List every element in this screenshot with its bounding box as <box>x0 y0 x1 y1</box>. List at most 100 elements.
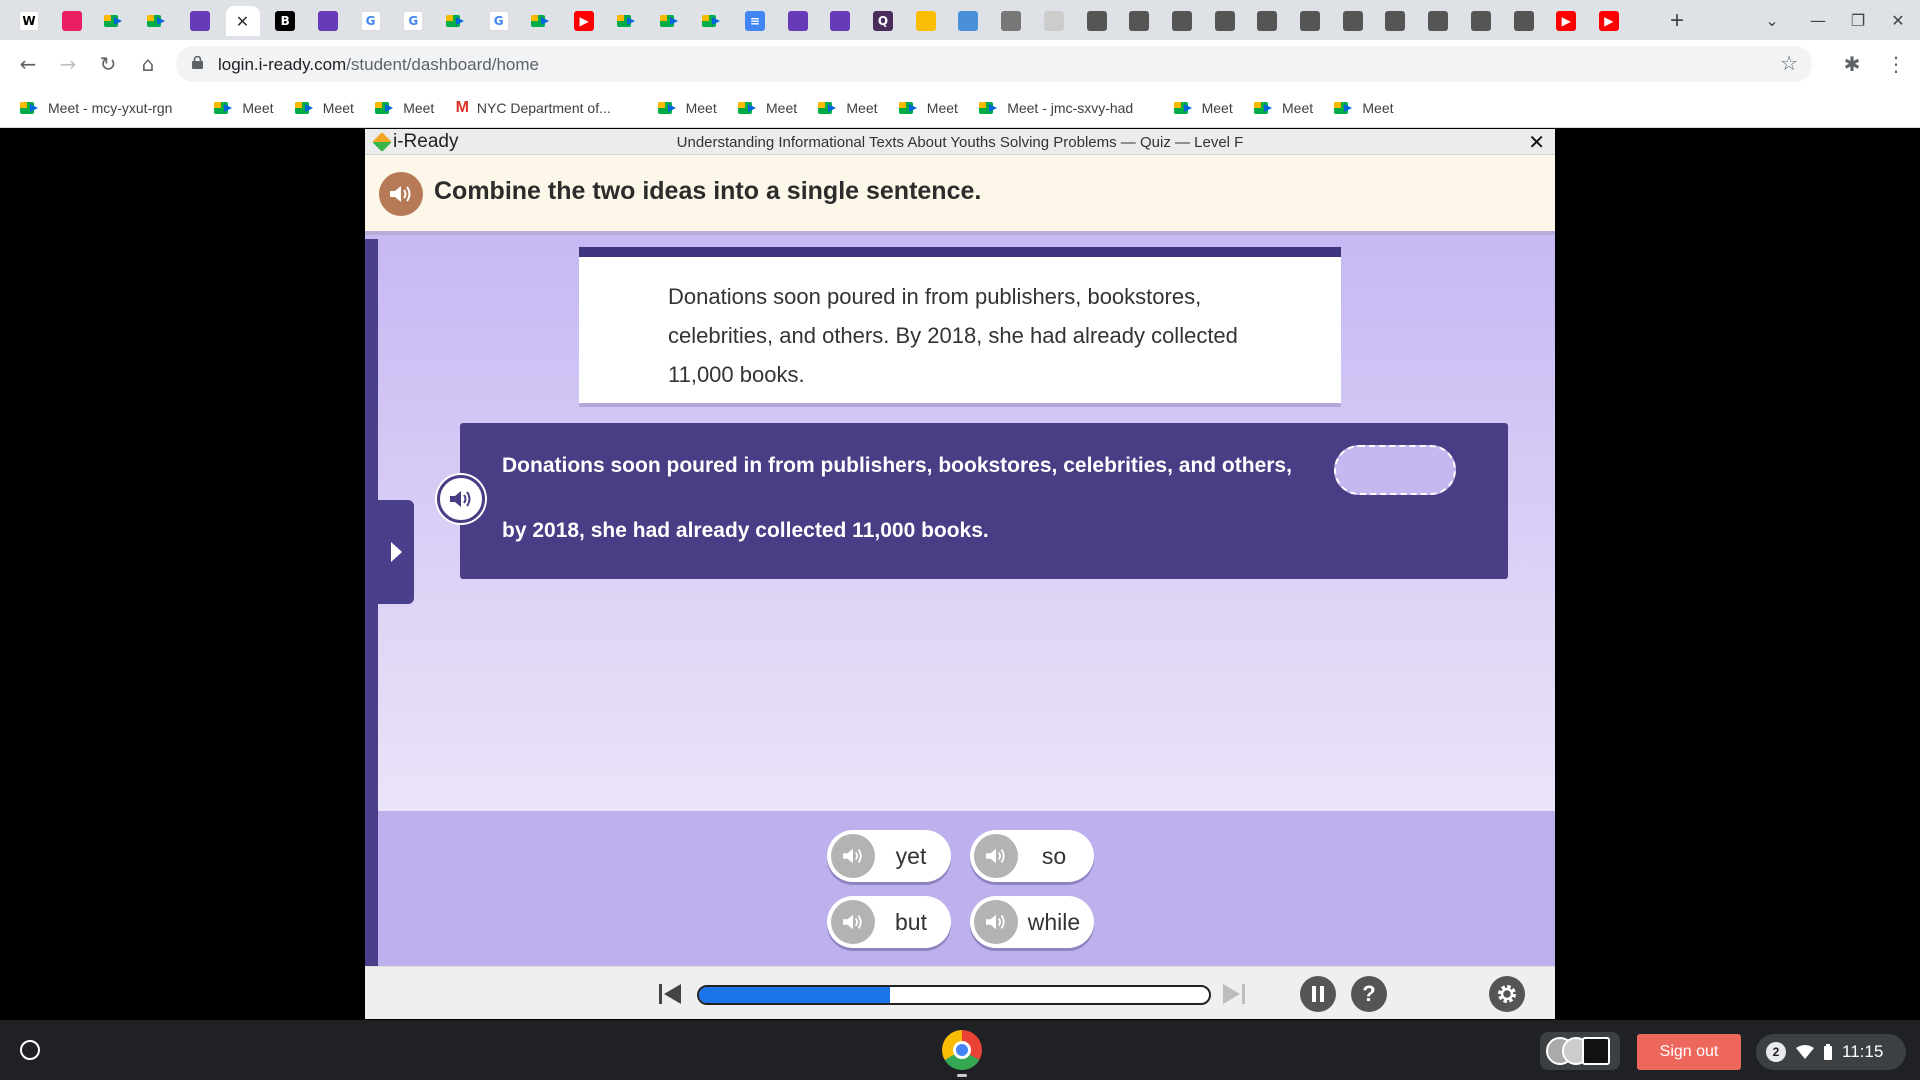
sign-out-button[interactable]: Sign out <box>1637 1034 1741 1070</box>
browser-tab[interactable] <box>1208 6 1242 36</box>
bookmark-item[interactable]: Meet - jmc-sxvy-had <box>979 96 1133 120</box>
browser-tab[interactable] <box>524 6 558 36</box>
status-tray[interactable]: 2 11:15 <box>1756 1034 1906 1070</box>
new-tab-button[interactable]: + <box>1662 6 1692 36</box>
bookmark-item[interactable]: Meet <box>1173 96 1233 120</box>
browser-tab[interactable]: ≡ <box>738 6 772 36</box>
choice-audio-button[interactable] <box>974 834 1018 878</box>
bookmark-label: Meet <box>685 100 717 116</box>
browser-tab[interactable]: ✕ <box>225 6 260 36</box>
settings-button[interactable] <box>1489 976 1525 1012</box>
roblox-icon <box>1513 11 1534 31</box>
browser-tab[interactable] <box>1464 6 1498 36</box>
answer-choice-but[interactable]: but <box>827 896 951 948</box>
browser-tab[interactable] <box>1421 6 1455 36</box>
gmail-icon: M <box>455 99 469 116</box>
chrome-icon[interactable] <box>942 1030 982 1070</box>
answer-choice-while[interactable]: while <box>970 896 1094 948</box>
browser-tab[interactable]: ▶ <box>1549 6 1583 36</box>
browser-tab[interactable]: G <box>396 6 430 36</box>
home-icon[interactable]: ⌂ <box>132 48 164 80</box>
browser-tab[interactable] <box>140 6 174 36</box>
browser-tab[interactable] <box>781 6 815 36</box>
close-lesson-button[interactable]: ✕ <box>1528 130 1545 154</box>
browser-tab[interactable] <box>1336 6 1370 36</box>
bookmark-item[interactable]: Meet <box>738 96 797 120</box>
browser-tab[interactable]: W <box>12 6 46 36</box>
tote-holding-space[interactable] <box>1540 1032 1620 1070</box>
side-panel-toggle[interactable] <box>378 500 414 604</box>
tab-search-icon[interactable]: ⌄ <box>1754 8 1790 34</box>
passage-card: Donations soon poured in from publishers… <box>579 247 1341 407</box>
google-icon: G <box>488 11 509 31</box>
browser-tab[interactable] <box>823 6 857 36</box>
browser-tab[interactable] <box>610 6 644 36</box>
browser-tab[interactable] <box>1507 6 1541 36</box>
address-bar[interactable]: login.i-ready.com/student/dashboard/home… <box>176 46 1812 82</box>
bookmark-item[interactable]: M NYC Department of... <box>456 96 611 120</box>
browser-tab[interactable] <box>1250 6 1284 36</box>
bookmark-item[interactable]: Meet <box>1254 96 1313 120</box>
forms-icon <box>787 11 808 31</box>
reload-icon[interactable]: ↻ <box>92 48 124 80</box>
skip-forward-button[interactable] <box>1217 977 1251 1011</box>
roblox-icon <box>1470 11 1491 31</box>
browser-tab[interactable] <box>695 6 729 36</box>
restore-icon[interactable]: ❐ <box>1840 8 1876 34</box>
minimize-icon[interactable]: — <box>1800 8 1836 34</box>
browser-tab[interactable] <box>951 6 985 36</box>
browser-tab[interactable] <box>1165 6 1199 36</box>
browser-tab[interactable]: ▶ <box>1592 6 1626 36</box>
meet-icon <box>294 100 315 116</box>
sentence-audio-button[interactable] <box>437 475 485 523</box>
answer-choice-yet[interactable]: yet <box>827 830 951 882</box>
browser-tab[interactable] <box>55 6 89 36</box>
browser-tab[interactable] <box>1293 6 1327 36</box>
browser-tab[interactable] <box>311 6 345 36</box>
bookmark-item[interactable]: Meet <box>214 96 274 120</box>
bookmark-item[interactable]: Meet <box>1334 96 1394 120</box>
bookmark-item[interactable]: Meet <box>294 96 354 120</box>
prompt-audio-button[interactable] <box>379 172 423 216</box>
help-button[interactable]: ? <box>1351 976 1387 1012</box>
player-bar: ? <box>365 966 1555 1019</box>
browser-tab[interactable] <box>183 6 217 36</box>
window-close-icon[interactable]: ✕ <box>1880 8 1916 34</box>
browser-tab[interactable] <box>909 6 943 36</box>
browser-tab[interactable]: G <box>482 6 516 36</box>
bookmark-item[interactable]: Meet <box>898 96 958 120</box>
launcher-icon[interactable] <box>20 1040 40 1060</box>
choice-audio-button[interactable] <box>831 834 875 878</box>
pause-button[interactable] <box>1300 976 1336 1012</box>
browser-tab[interactable]: G <box>354 6 388 36</box>
browser-tab[interactable] <box>994 6 1028 36</box>
browser-tab[interactable] <box>439 6 473 36</box>
close-icon[interactable]: ✕ <box>236 12 249 31</box>
choice-audio-button[interactable] <box>831 900 875 944</box>
bookmark-item[interactable]: Meet <box>375 96 434 120</box>
browser-tab[interactable]: ▶ <box>567 6 601 36</box>
browser-tab[interactable]: B <box>268 6 302 36</box>
browser-tab[interactable] <box>97 6 131 36</box>
extensions-puzzle-icon[interactable]: ✱ <box>1836 48 1868 80</box>
back-icon[interactable]: ← <box>12 48 44 80</box>
browser-tab[interactable]: Q <box>866 6 900 36</box>
skip-back-button[interactable] <box>653 977 687 1011</box>
browser-tab[interactable] <box>1122 6 1156 36</box>
bookmark-item[interactable]: Meet <box>657 96 717 120</box>
bookmark-star-icon[interactable]: ☆ <box>1780 51 1798 75</box>
answer-drop-slot[interactable] <box>1334 445 1456 495</box>
bookmark-item[interactable]: Meet <box>818 96 878 120</box>
choice-audio-button[interactable] <box>974 900 1018 944</box>
bookmark-item[interactable]: Meet - mcy-yxut-rgn <box>20 96 172 120</box>
browser-menu-icon[interactable]: ⋮ <box>1880 48 1912 80</box>
roblox-icon <box>1214 11 1235 31</box>
forward-icon[interactable]: → <box>52 48 84 80</box>
google-icon: G <box>403 11 424 31</box>
skip-forward-icon <box>1223 984 1245 1004</box>
browser-tab[interactable] <box>653 6 687 36</box>
browser-tab[interactable] <box>1080 6 1114 36</box>
browser-tab[interactable] <box>1378 6 1412 36</box>
browser-tab[interactable] <box>1037 6 1071 36</box>
answer-choice-so[interactable]: so <box>970 830 1094 882</box>
